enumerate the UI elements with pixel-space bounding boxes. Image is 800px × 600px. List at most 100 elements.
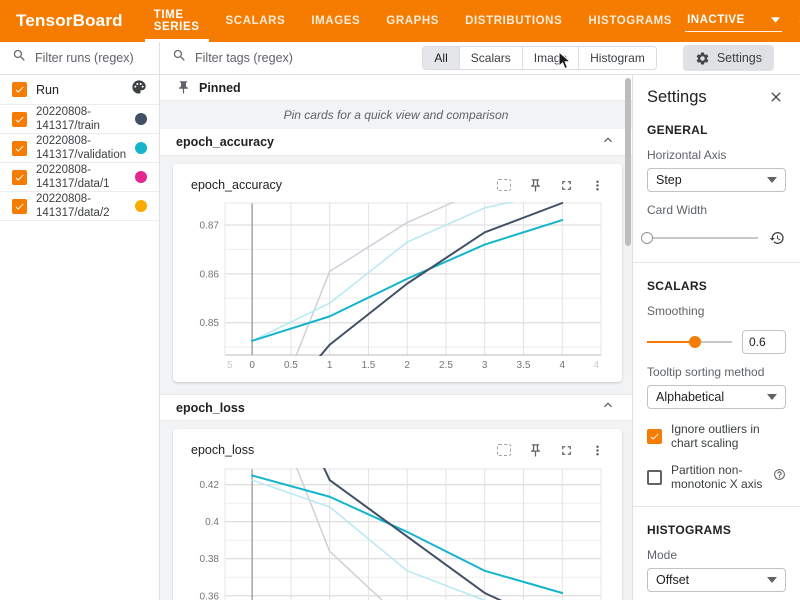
select-all-runs-checkbox[interactable] bbox=[12, 82, 27, 97]
scalar-card-epoch-loss: epoch_loss 0.360.380.40.4 bbox=[173, 429, 622, 600]
search-icon bbox=[172, 48, 187, 68]
fit-to-domain-icon[interactable] bbox=[495, 441, 513, 459]
tag-filter-button-group: All Scalars Image Histogram bbox=[422, 46, 656, 70]
settings-panel-title: Settings bbox=[647, 88, 766, 107]
runs-sidebar: Run 20220808-141317/train 20220808-14131… bbox=[0, 75, 160, 600]
pin-card-icon[interactable] bbox=[526, 176, 544, 194]
smoothing-slider[interactable] bbox=[647, 336, 732, 348]
run-color-dot bbox=[135, 200, 147, 212]
run-checkbox[interactable] bbox=[12, 170, 27, 185]
dropdown-caret-icon bbox=[771, 17, 780, 23]
smoothing-input[interactable] bbox=[742, 330, 786, 354]
reload-status-select[interactable]: INACTIVE bbox=[685, 11, 782, 32]
svg-text:0.86: 0.86 bbox=[200, 269, 220, 280]
settings-button-label: Settings bbox=[717, 51, 762, 65]
gear-icon bbox=[695, 51, 710, 66]
help-icon[interactable] bbox=[773, 468, 786, 486]
svg-text:0.42: 0.42 bbox=[200, 480, 220, 491]
run-checkbox[interactable] bbox=[12, 112, 27, 127]
search-icon bbox=[12, 48, 27, 68]
section-title: epoch_accuracy bbox=[176, 135, 600, 149]
tab-scalars[interactable]: SCALARS bbox=[213, 0, 299, 42]
section-epoch-loss[interactable]: epoch_loss bbox=[160, 394, 632, 421]
palette-icon[interactable] bbox=[131, 79, 147, 100]
partition-x-axis-checkbox[interactable] bbox=[647, 470, 662, 485]
nav-tabs: TIME SERIES SCALARS IMAGES GRAPHS DISTRI… bbox=[141, 0, 685, 42]
tensorboard-app: TensorBoard TIME SERIES SCALARS IMAGES G… bbox=[0, 0, 800, 600]
reset-icon[interactable] bbox=[768, 229, 786, 247]
chevron-up-icon[interactable] bbox=[600, 397, 616, 418]
svg-text:4: 4 bbox=[593, 360, 599, 371]
scalar-card-epoch-accuracy: epoch_accuracy 0.850.860. bbox=[173, 164, 622, 382]
svg-text:3: 3 bbox=[482, 360, 488, 371]
main-scrollbar[interactable] bbox=[625, 78, 631, 246]
card-title: epoch_loss bbox=[191, 443, 495, 457]
tab-images[interactable]: IMAGES bbox=[298, 0, 373, 42]
fullscreen-icon[interactable] bbox=[557, 441, 575, 459]
tab-histograms[interactable]: HISTOGRAMS bbox=[575, 0, 685, 42]
partition-x-axis-row[interactable]: Partition non-monotonic X axis bbox=[647, 463, 786, 491]
tooltip-sorting-select[interactable]: Alphabetical bbox=[647, 385, 786, 409]
filter-tags-input[interactable] bbox=[195, 51, 414, 65]
ignore-outliers-checkbox[interactable] bbox=[647, 429, 662, 444]
svg-text:2.5: 2.5 bbox=[439, 360, 453, 371]
histogram-mode-label: Mode bbox=[647, 548, 786, 562]
run-checkbox[interactable] bbox=[12, 199, 27, 214]
more-options-icon[interactable] bbox=[588, 176, 606, 194]
dropdown-caret-icon bbox=[767, 577, 777, 583]
pinned-label: Pinned bbox=[199, 81, 241, 95]
close-icon[interactable] bbox=[766, 87, 786, 107]
smoothing-label: Smoothing bbox=[647, 304, 786, 318]
fullscreen-icon[interactable] bbox=[557, 176, 575, 194]
filter-histogram-button[interactable]: Histogram bbox=[578, 47, 656, 69]
svg-text:1: 1 bbox=[327, 360, 333, 371]
filter-image-button[interactable]: Image bbox=[522, 47, 578, 69]
card-width-slider[interactable] bbox=[647, 232, 758, 244]
epoch-loss-chart[interactable]: 0.360.380.40.42 bbox=[181, 465, 614, 600]
run-row-validation[interactable]: 20220808-141317/validation bbox=[0, 134, 159, 163]
app-logo: TensorBoard bbox=[0, 0, 141, 42]
horizontal-axis-select[interactable]: Step bbox=[647, 168, 786, 192]
card-width-label: Card Width bbox=[647, 203, 786, 217]
pin-card-icon[interactable] bbox=[526, 441, 544, 459]
settings-button[interactable]: Settings bbox=[683, 45, 774, 71]
svg-text:1.5: 1.5 bbox=[361, 360, 375, 371]
more-options-icon[interactable] bbox=[588, 441, 606, 459]
runs-table-header: Run bbox=[0, 75, 159, 105]
svg-text:0.87: 0.87 bbox=[200, 220, 220, 231]
svg-text:4: 4 bbox=[559, 360, 565, 371]
runs-search bbox=[0, 42, 160, 74]
run-row-train[interactable]: 20220808-141317/train bbox=[0, 105, 159, 134]
toolbar-row: All Scalars Image Histogram Settings bbox=[0, 42, 800, 75]
chevron-up-icon[interactable] bbox=[600, 132, 616, 153]
run-color-dot bbox=[135, 171, 147, 183]
tab-graphs[interactable]: GRAPHS bbox=[373, 0, 452, 42]
svg-text:0.38: 0.38 bbox=[200, 554, 220, 565]
general-section-header: GENERAL bbox=[647, 123, 786, 137]
section-epoch-accuracy[interactable]: epoch_accuracy bbox=[160, 129, 632, 156]
histograms-section-header: HISTOGRAMS bbox=[647, 523, 786, 537]
settings-panel: Settings GENERAL Horizontal Axis Step Ca… bbox=[632, 75, 800, 600]
ignore-outliers-row[interactable]: Ignore outliers in chart scaling bbox=[647, 422, 786, 450]
pin-icon bbox=[176, 80, 191, 95]
run-row-data-2[interactable]: 20220808-141317/data/2 bbox=[0, 192, 159, 221]
svg-text:0.4: 0.4 bbox=[205, 517, 219, 528]
dropdown-caret-icon bbox=[767, 394, 777, 400]
runs-column-header: Run bbox=[36, 83, 131, 97]
fit-to-domain-icon[interactable] bbox=[495, 176, 513, 194]
run-name: 20220808-141317/data/2 bbox=[36, 192, 135, 220]
horizontal-axis-label: Horizontal Axis bbox=[647, 148, 786, 162]
filter-scalars-button[interactable]: Scalars bbox=[459, 47, 522, 69]
run-checkbox[interactable] bbox=[12, 141, 27, 156]
epoch-accuracy-chart[interactable]: 0.850.860.8700.511.522.533.5454 bbox=[181, 200, 614, 372]
tab-distributions[interactable]: DISTRIBUTIONS bbox=[452, 0, 575, 42]
filter-runs-input[interactable] bbox=[35, 51, 149, 65]
filter-all-button[interactable]: All bbox=[423, 47, 458, 69]
svg-text:0.5: 0.5 bbox=[284, 360, 298, 371]
tab-time-series[interactable]: TIME SERIES bbox=[141, 0, 213, 42]
run-row-data-1[interactable]: 20220808-141317/data/1 bbox=[0, 163, 159, 192]
svg-text:3.5: 3.5 bbox=[517, 360, 531, 371]
histogram-mode-select[interactable]: Offset bbox=[647, 568, 786, 592]
pinned-section-header: Pinned bbox=[160, 75, 632, 101]
svg-text:0: 0 bbox=[249, 360, 255, 371]
